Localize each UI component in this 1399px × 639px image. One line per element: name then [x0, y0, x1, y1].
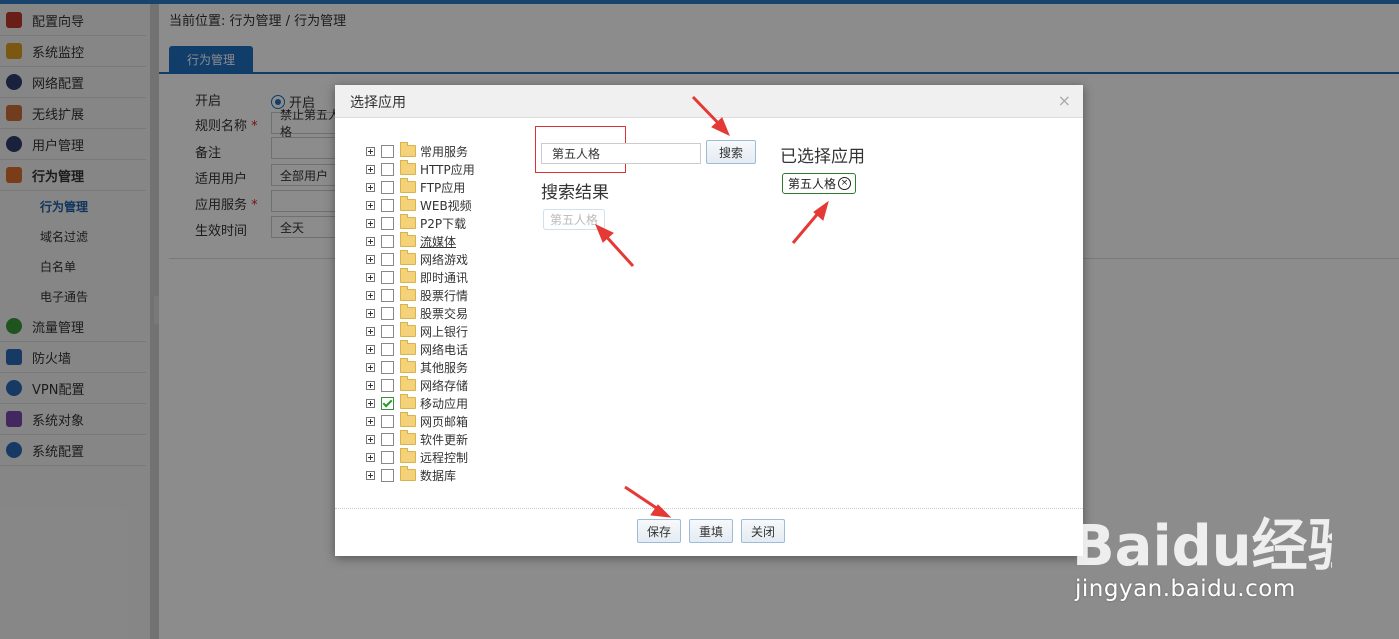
baidu-watermark-logo: Baidu经验 [1072, 514, 1332, 575]
arrow-to-save-button [624, 485, 672, 518]
watermark-logo-text: Baidu经验 [1072, 514, 1332, 575]
arrow-to-selected-app [791, 200, 829, 244]
watermark-url: jingyan.baidu.com [1075, 576, 1296, 602]
arrow-to-search-button [691, 95, 730, 137]
arrow-to-search-result [595, 223, 635, 268]
